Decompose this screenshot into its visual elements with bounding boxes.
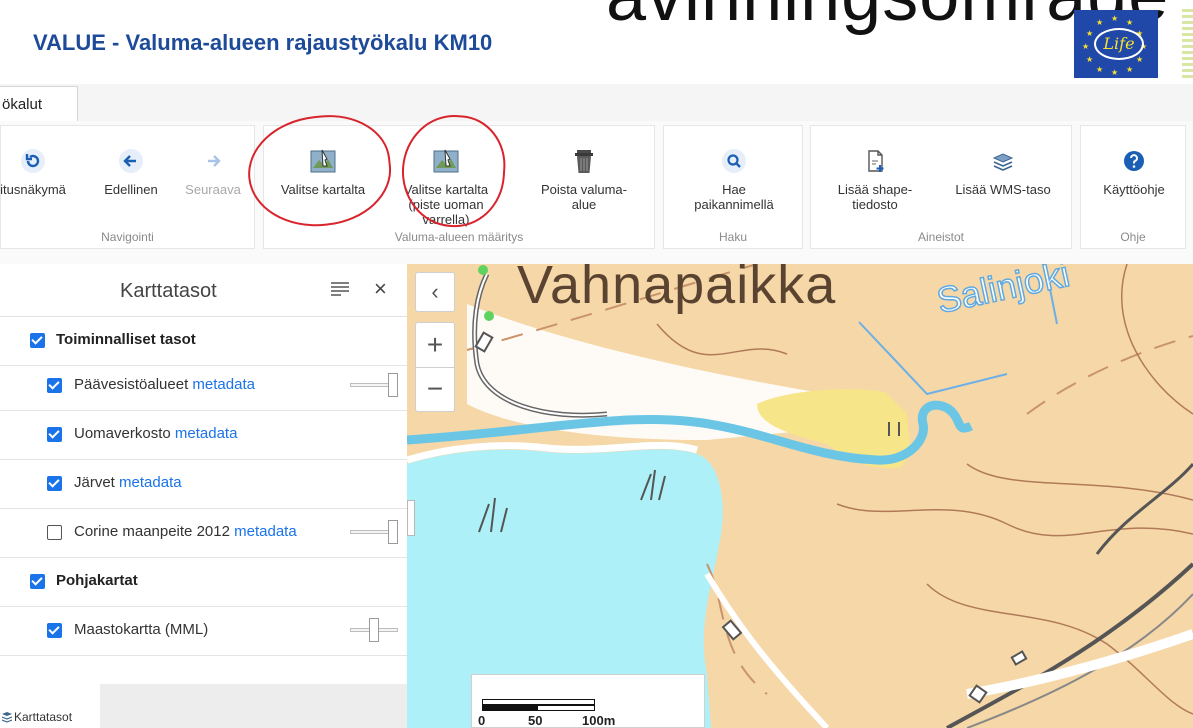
map-canvas (407, 264, 1193, 728)
layer-row: Maastokartta (MML) (0, 606, 407, 656)
slider-handle[interactable] (388, 373, 398, 397)
menu-icon[interactable] (330, 281, 350, 297)
scale-label: 50 (528, 713, 543, 728)
trash-icon (575, 150, 593, 173)
opacity-slider[interactable] (350, 618, 398, 642)
zoom-control: + − (415, 322, 455, 412)
scale-label: 100m (582, 713, 616, 728)
opacity-slider[interactable] (350, 520, 398, 544)
panel-resize-handle[interactable] (407, 500, 415, 536)
layer-checkbox[interactable] (47, 378, 62, 393)
layer-checkbox[interactable] (47, 427, 62, 442)
arrow-left-icon (119, 149, 143, 173)
layer-group-checkbox[interactable] (30, 333, 45, 348)
layers-icon (2, 712, 12, 723)
refresh-icon (21, 149, 45, 173)
layer-label: Corine maanpeite 2012 (74, 523, 230, 540)
layer-checkbox[interactable] (47, 476, 62, 491)
scale-bar: 0 50 100m (471, 674, 705, 728)
layer-group-row: Toiminnalliset tasot (0, 316, 407, 366)
layer-group-label: Pohjakartat (56, 572, 138, 589)
app-header: VALUE - Valuma-alueen rajaustyökalu KM10… (0, 0, 1193, 85)
zoom-in-button[interactable]: + (416, 323, 454, 368)
layer-checkbox[interactable] (47, 623, 62, 638)
bottom-bar: Karttatasot (0, 684, 408, 728)
slider-handle[interactable] (369, 618, 379, 642)
next-button[interactable]: Seuraava (173, 126, 253, 222)
layer-panel: Karttatasot × Toiminnalliset tasot Pääve… (0, 264, 408, 684)
group-search: Hae paikannimellä Haku (663, 125, 803, 249)
map-view[interactable]: Vahnapaikka Salinjoki ‹ + − 0 50 100m (407, 264, 1193, 728)
zoom-out-button[interactable]: − (416, 367, 454, 411)
slider-handle[interactable] (388, 520, 398, 544)
group-navigation: itusnäkymä Edellinen Seuraava Navigointi (0, 125, 255, 249)
layer-row: Järvet metadata (0, 459, 407, 509)
ribbon-toolbar: itusnäkymä Edellinen Seuraava Navigointi… (0, 108, 1193, 265)
group-help: Käyttöohje Ohje (1080, 125, 1186, 249)
metadata-link[interactable]: metadata (119, 474, 182, 491)
panel-header: Karttatasot × (0, 264, 407, 317)
panel-title: Karttatasot (120, 280, 217, 302)
layer-row: Päävesistöalueet metadata (0, 361, 407, 411)
add-shapefile-button[interactable]: Lisää shape-tiedosto (819, 126, 931, 222)
tab-bar: ökalut (0, 84, 1193, 122)
collapse-panel-button[interactable]: ‹ (415, 272, 455, 312)
add-file-icon (868, 150, 884, 172)
arrow-right-icon (208, 155, 221, 167)
metadata-link[interactable]: metadata (175, 425, 238, 442)
layer-label: Maastokartta (MML) (74, 621, 209, 638)
opacity-slider[interactable] (350, 373, 398, 397)
layers-add-icon (992, 153, 1014, 171)
help-icon (1124, 151, 1144, 171)
layer-label: Uomaverkosto (74, 425, 171, 442)
layer-label: Päävesistöalueet (74, 376, 189, 393)
search-placename-button[interactable]: Hae paikannimellä (664, 126, 804, 222)
group-datasets: Lisää shape-tiedosto Lisää WMS-taso Aine… (810, 125, 1072, 249)
user-guide-button[interactable]: Käyttöohje (1081, 126, 1187, 222)
add-wms-layer-button[interactable]: Lisää WMS-taso (941, 126, 1065, 222)
delete-catchment-button[interactable]: Poista valuma-alue (518, 126, 650, 222)
layer-row: Uomaverkosto metadata (0, 410, 407, 460)
scale-label: 0 (478, 713, 486, 728)
layer-group-checkbox[interactable] (30, 574, 45, 589)
layer-group-label: Toiminnalliset tasot (56, 331, 196, 348)
layer-group-row: Pohjakartat (0, 557, 407, 607)
search-icon (722, 149, 746, 173)
tab-tools[interactable]: ökalut (0, 86, 78, 121)
metadata-link[interactable]: metadata (192, 376, 255, 393)
close-icon[interactable]: × (374, 276, 387, 302)
decorative-strip (1182, 8, 1193, 78)
metadata-link[interactable]: metadata (234, 523, 297, 540)
layer-checkbox[interactable] (47, 525, 62, 540)
place-name-label: Vahnapaikka (517, 264, 837, 315)
eu-life-logo: ★ ★ ★ ★ ★ ★ ★ ★ ★ ★ ★ ★ Life (1074, 10, 1158, 78)
home-view-button[interactable]: itusnäkymä (0, 126, 81, 222)
life-logo-text: Life (1094, 28, 1144, 60)
layer-row: Corine maanpeite 2012 metadata (0, 508, 407, 558)
bottom-tab-layers[interactable]: Karttatasot (0, 684, 100, 728)
previous-button[interactable]: Edellinen (89, 126, 173, 222)
app-title: VALUE - Valuma-alueen rajaustyökalu KM10 (33, 30, 493, 55)
layer-label: Järvet (74, 474, 115, 491)
